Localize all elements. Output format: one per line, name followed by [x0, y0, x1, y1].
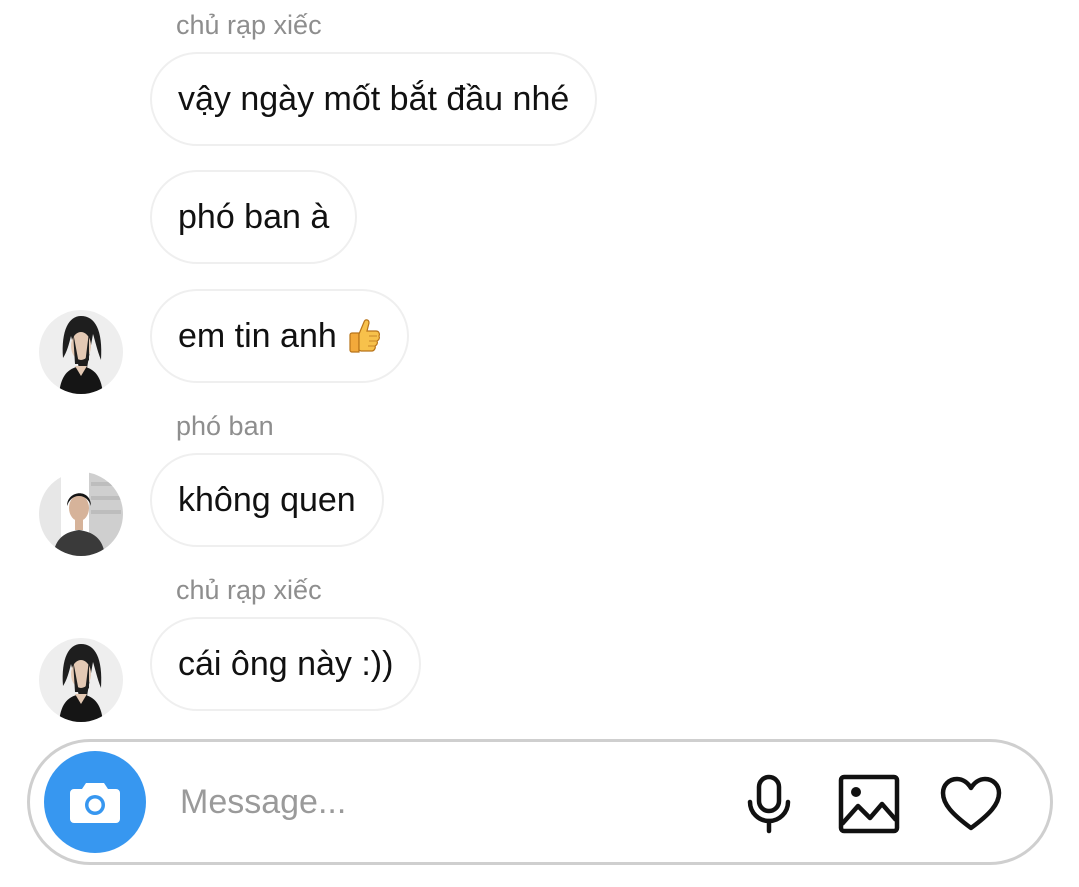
camera-button[interactable]	[44, 751, 146, 853]
message-composer	[27, 739, 1053, 865]
thumbs-up-icon	[347, 316, 381, 356]
message-bubble[interactable]: em tin anh	[150, 289, 409, 383]
sender-name: chủ rạp xiếc	[176, 575, 322, 605]
message-text: em tin anh	[178, 317, 337, 355]
image-icon	[838, 774, 900, 834]
message-bubble[interactable]: phó ban à	[150, 170, 358, 264]
message-text: cái ông này :))	[178, 645, 394, 683]
voice-message-button[interactable]	[737, 772, 801, 836]
message-bubble[interactable]: cái ông này :))	[150, 617, 422, 711]
avatar-pho-ban[interactable]	[39, 472, 123, 556]
avatar-chu-rap-xiec[interactable]	[39, 310, 123, 394]
sender-name: phó ban	[176, 411, 274, 441]
message-bubble[interactable]: vậy ngày mốt bắt đầu nhé	[150, 52, 598, 146]
avatar-chu-rap-xiec[interactable]	[39, 638, 123, 722]
gallery-button[interactable]	[837, 772, 901, 836]
camera-icon	[70, 783, 120, 823]
sender-name: chủ rạp xiếc	[176, 10, 322, 40]
message-text: phó ban à	[178, 198, 330, 236]
message-text: vậy ngày mốt bắt đầu nhé	[178, 80, 570, 118]
message-text: không quen	[178, 481, 356, 519]
like-button[interactable]	[939, 772, 1003, 836]
message-input[interactable]	[180, 775, 700, 829]
heart-icon	[940, 776, 1002, 831]
message-bubble[interactable]: không quen	[150, 453, 384, 547]
microphone-icon	[747, 774, 791, 834]
